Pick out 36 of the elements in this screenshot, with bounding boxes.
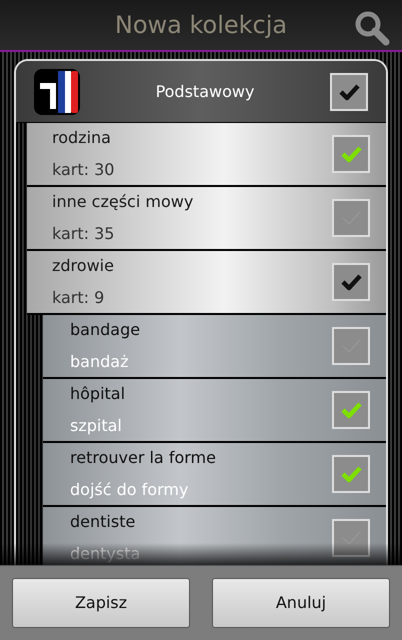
item-subtitle: bandaż — [70, 351, 130, 373]
app-logo-icon — [34, 68, 80, 114]
collection-header[interactable]: Podstawowy — [16, 61, 386, 123]
item-title: hôpital — [70, 383, 126, 405]
checkbox[interactable] — [332, 519, 370, 557]
item-title: bandage — [70, 319, 142, 341]
item-title: inne części mowy — [52, 191, 194, 213]
window-title: Nowa kolekcja — [114, 10, 288, 41]
item-subtitle: kart: 35 — [52, 223, 116, 245]
item-subtitle: kart: 30 — [52, 159, 116, 181]
category-row[interactable]: inne części mowy kart: 35 — [27, 187, 386, 251]
item-subtitle: dojść do formy — [70, 479, 190, 501]
dialog-button[interactable]: Anuluj — [212, 578, 390, 628]
item-title: rodzina — [52, 127, 112, 149]
checkbox[interactable] — [332, 327, 370, 365]
word-row[interactable]: dentiste dentysta — [43, 507, 386, 565]
item-subtitle: szpital — [70, 415, 123, 437]
item-title: dentiste — [70, 511, 136, 533]
word-row[interactable]: bandage bandaż — [43, 315, 386, 379]
checkbox[interactable] — [332, 391, 370, 429]
checkbox[interactable] — [332, 199, 370, 237]
checkbox[interactable] — [332, 263, 370, 301]
item-title: zdrowie — [52, 255, 115, 277]
word-row[interactable]: hôpital szpital — [43, 379, 386, 443]
checkbox[interactable] — [330, 72, 368, 110]
checkbox[interactable] — [332, 135, 370, 173]
item-subtitle: dentysta — [70, 543, 142, 565]
category-row[interactable]: zdrowie kart: 9 — [27, 251, 386, 315]
dialog-button[interactable]: Zapisz — [12, 578, 190, 628]
collection-name: Podstawowy — [154, 80, 256, 102]
item-subtitle: kart: 9 — [52, 287, 106, 309]
search-icon[interactable] — [354, 10, 390, 46]
item-title: retrouver la forme — [70, 447, 217, 469]
checkbox[interactable] — [332, 455, 370, 493]
category-row[interactable]: rodzina kart: 30 — [27, 123, 386, 187]
word-row[interactable]: retrouver la forme dojść do formy — [43, 443, 386, 507]
